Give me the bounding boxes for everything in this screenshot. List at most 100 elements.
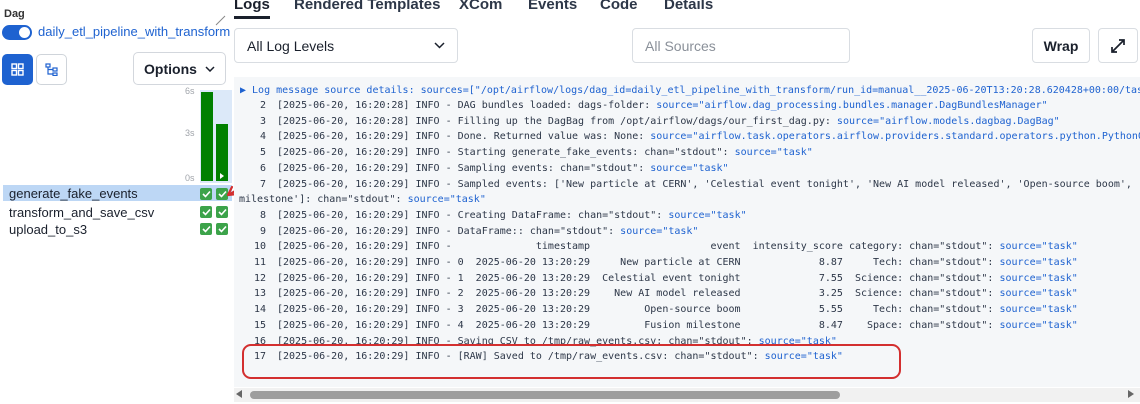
tab-code[interactable]: Code	[600, 0, 638, 13]
log-line-text: [2025-06-20, 16:20:29] INFO - Done. Retu…	[277, 131, 651, 143]
log-line-text: [2025-06-20, 16:20:29] INFO - 2 2025-06-…	[277, 288, 1000, 300]
log-line: 13 [2025-06-20, 16:20:29] INFO - 2 2025-0…	[234, 286, 1078, 301]
log-line-text: [2025-06-20, 16:20:29] INFO - timestamp …	[277, 241, 1000, 253]
log-line-number[interactable]: 12	[234, 271, 266, 286]
run-duration-bar[interactable]	[201, 92, 213, 181]
log-line-number[interactable]: 15	[234, 318, 266, 333]
log-line-number[interactable]: 7	[234, 177, 266, 192]
task-row[interactable]: generate_fake_events	[3, 185, 232, 201]
chevron-down-icon	[205, 65, 215, 72]
log-line: 15 [2025-06-20, 16:20:29] INFO - 4 2025-0…	[234, 318, 1078, 333]
task-name: transform_and_save_csv	[9, 204, 155, 220]
log-line-text: [2025-06-20, 16:20:28] INFO - Filling up…	[277, 115, 837, 127]
log-line-source: source="task"	[407, 194, 486, 206]
log-line-text: [2025-06-20, 16:20:29] INFO - 4 2025-06-…	[277, 319, 1000, 331]
log-line-number[interactable]: 14	[234, 302, 266, 317]
success-check-icon[interactable]	[216, 223, 228, 235]
scroll-left-icon[interactable]	[236, 390, 242, 398]
dag-pause-toggle[interactable]	[2, 25, 32, 40]
task-name: upload_to_s3	[9, 221, 88, 237]
log-line-source: source="task"	[668, 209, 747, 221]
graph-icon	[45, 63, 58, 76]
log-line: 8 [2025-06-20, 16:20:29] INFO - Creating …	[234, 208, 747, 223]
annotation-highlight-box	[242, 344, 901, 379]
log-line-source: source="task"	[999, 304, 1078, 316]
log-panel: ▶ Log message source details: sources=["…	[234, 77, 1140, 387]
log-line-number[interactable]: 4	[234, 129, 266, 144]
scroll-right-icon[interactable]	[1128, 390, 1134, 398]
log-line-number[interactable]: 5	[234, 145, 266, 160]
log-line-text: [2025-06-20, 16:20:29] INFO - DataFrame:…	[277, 225, 621, 237]
grid-view-button[interactable]	[2, 54, 33, 85]
log-source-details[interactable]: ▶ Log message source details: sources=["…	[240, 83, 1140, 98]
success-check-icon[interactable]	[200, 188, 212, 200]
log-line-text: [2025-06-20, 16:20:29] INFO - Starting g…	[277, 147, 735, 159]
log-line: 6 [2025-06-20, 16:20:29] INFO - Sampling …	[234, 161, 729, 176]
log-line: 4 [2025-06-20, 16:20:29] INFO - Done. Ret…	[234, 129, 1140, 144]
wrap-button[interactable]: Wrap	[1032, 28, 1090, 63]
log-line-text: [2025-06-20, 16:20:28] INFO - DAG bundle…	[277, 100, 657, 111]
edit-icon[interactable]	[214, 14, 226, 26]
log-line-number[interactable]: 11	[234, 255, 266, 270]
log-line-text: milestone']: chan="stdout":	[239, 194, 408, 206]
graph-view-button[interactable]	[36, 54, 67, 85]
tab-details[interactable]: Details	[664, 0, 713, 13]
fullscreen-button[interactable]	[1098, 28, 1138, 63]
log-line: 9 [2025-06-20, 16:20:29] INFO - DataFrame…	[234, 224, 698, 239]
log-line-source: source="task"	[999, 241, 1078, 253]
dag-name-link[interactable]: daily_etl_pipeline_with_transform	[38, 24, 230, 39]
log-line-source: source="task"	[999, 257, 1078, 268]
log-line: 3 [2025-06-20, 16:20:28] INFO - Filling u…	[234, 114, 1060, 129]
task-name: generate_fake_events	[9, 185, 138, 201]
tab-xcom[interactable]: XCom	[459, 0, 502, 13]
log-line-text: [2025-06-20, 16:20:29] INFO - 3 2025-06-…	[277, 304, 1000, 316]
scrollbar-thumb[interactable]	[250, 391, 840, 399]
source-select[interactable]: All Sources	[632, 28, 850, 63]
log-line: milestone']: chan="stdout": source="task…	[239, 192, 486, 207]
dag-label: Dag	[4, 8, 25, 20]
log-line-source: source="task"	[999, 319, 1078, 331]
log-line-source: source="task"	[999, 272, 1078, 284]
log-line: 7 [2025-06-20, 16:20:29] INFO - Sampled e…	[234, 177, 1140, 192]
duration-tick: 6s	[185, 86, 195, 96]
log-line-number[interactable]: 3	[234, 114, 266, 129]
log-line: 5 [2025-06-20, 16:20:29] INFO - Starting …	[234, 145, 813, 160]
log-line-source: source="task"	[650, 162, 729, 174]
grid-icon	[11, 63, 24, 76]
log-level-value: All Log Levels	[247, 37, 335, 54]
tab-events[interactable]: Events	[528, 0, 577, 13]
log-line-text: [2025-06-20, 16:20:29] INFO - 0 2025-06-…	[277, 257, 1000, 268]
log-line: 10 [2025-06-20, 16:20:29] INFO - timestam…	[234, 239, 1078, 254]
log-line-text: [2025-06-20, 16:20:29] INFO - Sampled ev…	[277, 178, 1140, 190]
tab-logs[interactable]: Logs	[234, 0, 270, 13]
log-line-number[interactable]: 13	[234, 286, 266, 301]
log-line: 12 [2025-06-20, 16:20:29] INFO - 1 2025-0…	[234, 271, 1078, 286]
log-line-source: source="airflow.task.operators.airflow.p…	[650, 131, 1140, 143]
log-line-source: source="airflow.models.dagbag.DagBag"	[836, 115, 1060, 127]
options-button[interactable]: Options	[133, 52, 226, 85]
success-check-icon[interactable]	[216, 206, 228, 218]
log-line: 11 [2025-06-20, 16:20:29] INFO - 0 2025-0…	[234, 255, 1078, 270]
log-line-number[interactable]: 6	[234, 161, 266, 176]
log-line-source: source="airflow.dag_processing.bundles.m…	[656, 100, 1048, 111]
log-line-source: source="task"	[620, 225, 699, 237]
options-label: Options	[144, 60, 197, 77]
log-line-number[interactable]: 8	[234, 208, 266, 223]
task-row[interactable]: upload_to_s3	[3, 221, 232, 237]
log-line-number[interactable]: 2	[234, 98, 266, 113]
duration-tick: 0s	[185, 173, 195, 183]
log-line-text: [2025-06-20, 16:20:29] INFO - 1 2025-06-…	[277, 272, 1000, 284]
tab-rendered-templates[interactable]: Rendered Templates	[294, 0, 440, 13]
log-line-text: [2025-06-20, 16:20:29] INFO - Sampling e…	[277, 162, 651, 174]
log-line-number[interactable]: 10	[234, 239, 266, 254]
active-tab-indicator	[234, 16, 270, 19]
chevron-down-icon	[434, 42, 445, 49]
toggle-knob	[19, 27, 30, 38]
task-row[interactable]: transform_and_save_csv	[3, 204, 232, 220]
success-check-icon[interactable]	[200, 206, 212, 218]
log-level-select[interactable]: All Log Levels	[234, 28, 458, 63]
log-line-source: source="task"	[734, 147, 813, 159]
log-line: 2 [2025-06-20, 16:20:28] INFO - DAG bundl…	[234, 98, 1048, 113]
success-check-icon[interactable]	[200, 223, 212, 235]
log-line-number[interactable]: 9	[234, 224, 266, 239]
